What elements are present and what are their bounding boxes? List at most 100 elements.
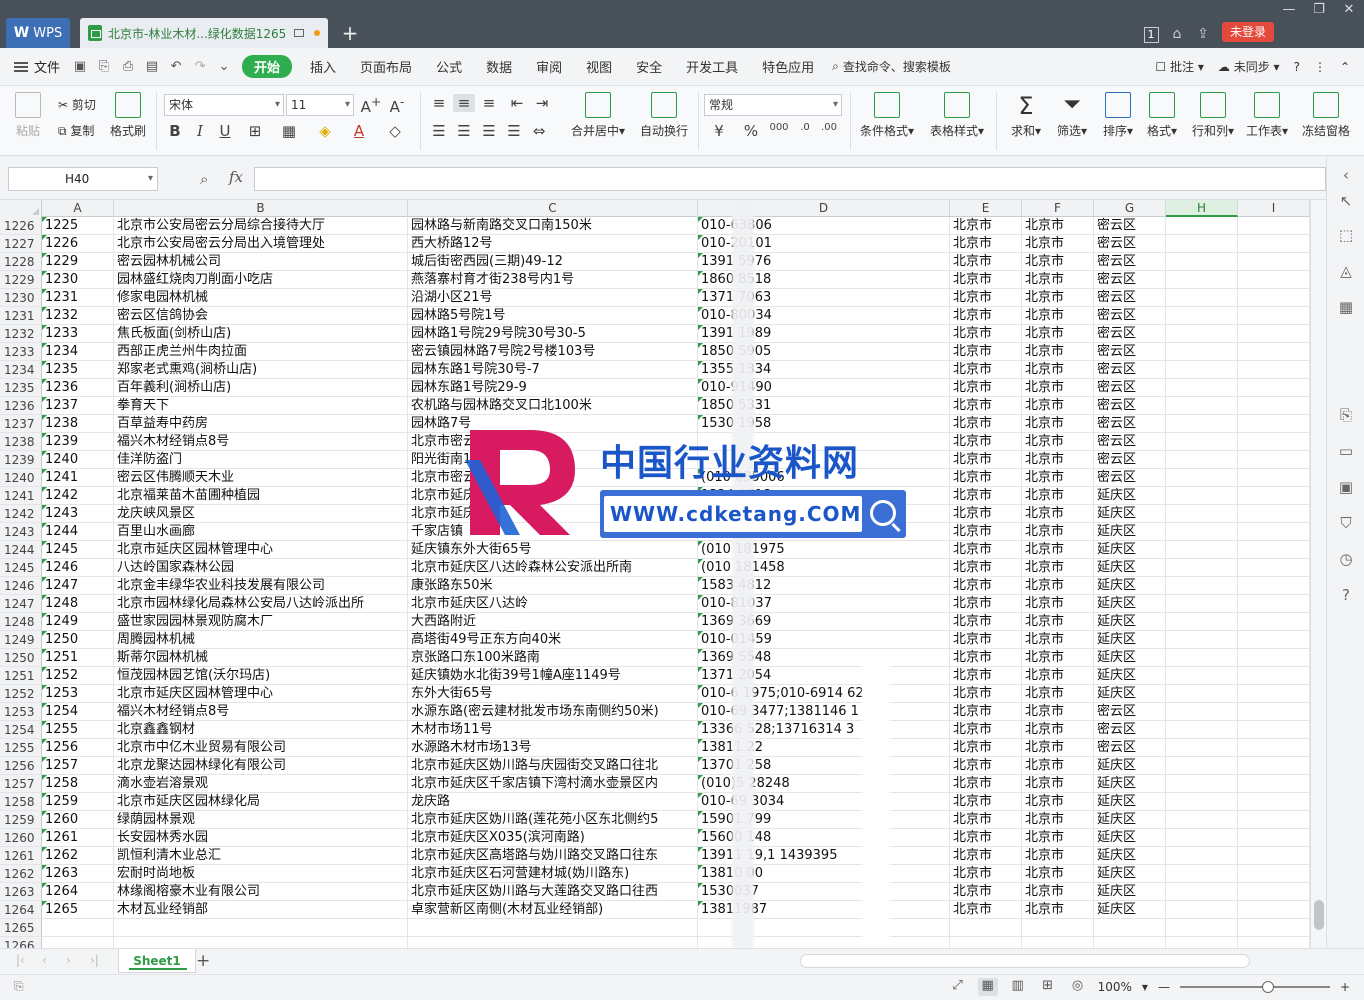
cell-f[interactable]: 北京市: [1022, 487, 1094, 505]
cell-h[interactable]: [1166, 469, 1238, 487]
history-icon[interactable]: ◷: [1337, 550, 1355, 568]
cell-c[interactable]: 北京市延庆区妫川路与大莲路交叉路口往西: [408, 883, 698, 901]
cell-h[interactable]: [1166, 685, 1238, 703]
backup-icon[interactable]: ⎘: [1337, 406, 1355, 424]
cell-g[interactable]: 密云区: [1094, 397, 1166, 415]
cell-b[interactable]: 密云区信鸽协会: [114, 307, 408, 325]
cell-i[interactable]: [1238, 937, 1310, 948]
next-sheet-icon[interactable]: ›: [66, 953, 71, 967]
style-icon[interactable]: ◬: [1337, 262, 1355, 280]
wrap-text-button[interactable]: 自动换行: [636, 92, 692, 139]
close-button[interactable]: ✕: [1334, 0, 1364, 20]
column-header-h[interactable]: H: [1166, 200, 1238, 217]
undo-icon[interactable]: ↶: [164, 59, 188, 74]
login-button[interactable]: 未登录: [1222, 22, 1274, 42]
macro-icon[interactable]: ⎘: [14, 979, 24, 994]
cell-c[interactable]: 东外大街65号: [408, 685, 698, 703]
column-header-a[interactable]: A: [42, 200, 114, 217]
cell-e[interactable]: 北京市: [950, 541, 1022, 559]
cell-i[interactable]: [1238, 649, 1310, 667]
cell-f[interactable]: 北京市: [1022, 361, 1094, 379]
row-header[interactable]: 1231: [0, 307, 42, 325]
cell-i[interactable]: [1238, 613, 1310, 631]
cell-g[interactable]: 密云区: [1094, 433, 1166, 451]
row-header[interactable]: 1263: [0, 883, 42, 901]
increase-decimal-icon[interactable]: .0: [794, 122, 816, 133]
tab-data[interactable]: 数据: [474, 57, 524, 76]
cell-g[interactable]: 延庆区: [1094, 901, 1166, 919]
cell-h[interactable]: [1166, 253, 1238, 271]
cell-e[interactable]: 北京市: [950, 397, 1022, 415]
cell-h[interactable]: [1166, 379, 1238, 397]
cell-c[interactable]: 北京市延庆区八达岭森林公安派出所南: [408, 559, 698, 577]
cell-a[interactable]: 1264: [42, 883, 114, 901]
cell-f[interactable]: 北京市: [1022, 289, 1094, 307]
row-header[interactable]: 1250: [0, 649, 42, 667]
cell-b[interactable]: 北京金丰绿华农业科技发展有限公司: [114, 577, 408, 595]
cell-f[interactable]: 北京市: [1022, 559, 1094, 577]
cell-e[interactable]: 北京市: [950, 757, 1022, 775]
cell-f[interactable]: 北京市: [1022, 721, 1094, 739]
cell-b[interactable]: 北京福莱苗木苗圃种植园: [114, 487, 408, 505]
cell-f[interactable]: 北京市: [1022, 379, 1094, 397]
cell-e[interactable]: 北京市: [950, 649, 1022, 667]
cell-i[interactable]: [1238, 415, 1310, 433]
print-preview-icon[interactable]: ▤: [140, 59, 164, 74]
cell-f[interactable]: 北京市: [1022, 415, 1094, 433]
file-menu[interactable]: 文件: [0, 57, 68, 76]
cell-a[interactable]: 1248: [42, 595, 114, 613]
row-header[interactable]: 1236: [0, 397, 42, 415]
cell-a[interactable]: 1257: [42, 757, 114, 775]
cell-b[interactable]: 北京鑫鑫钢材: [114, 721, 408, 739]
cell-f[interactable]: 北京市: [1022, 703, 1094, 721]
fill-color-icon[interactable]: ◈: [314, 122, 336, 140]
currency-icon[interactable]: ¥: [708, 122, 730, 140]
cell-i[interactable]: [1238, 685, 1310, 703]
cell-h[interactable]: [1166, 307, 1238, 325]
collapse-sidebar-icon[interactable]: ‹: [1337, 166, 1355, 184]
cell-i[interactable]: [1238, 739, 1310, 757]
cell-a[interactable]: 1254: [42, 703, 114, 721]
cell-e[interactable]: 北京市: [950, 217, 1022, 235]
cell-c[interactable]: 北京市延庆区高塔路与妫川路交叉路口往东: [408, 847, 698, 865]
more-icon[interactable]: ⋮: [1314, 60, 1326, 74]
cell-h[interactable]: [1166, 829, 1238, 847]
cell-e[interactable]: 北京市: [950, 415, 1022, 433]
cell-h[interactable]: [1166, 271, 1238, 289]
cell-g[interactable]: 延庆区: [1094, 847, 1166, 865]
cell-h[interactable]: [1166, 577, 1238, 595]
tab-security[interactable]: 安全: [624, 57, 674, 76]
cell-b[interactable]: 北京市延庆区园林管理中心: [114, 541, 408, 559]
cell-g[interactable]: 延庆区: [1094, 865, 1166, 883]
cell-b[interactable]: 园林盛红烧肉刀削面小吃店: [114, 271, 408, 289]
cell-e[interactable]: 北京市: [950, 325, 1022, 343]
insert-function-icon[interactable]: fx: [229, 168, 243, 186]
decrease-decimal-icon[interactable]: .00: [818, 122, 840, 133]
cell-b[interactable]: 木材瓦业经销部: [114, 901, 408, 919]
cell-e[interactable]: 北京市: [950, 577, 1022, 595]
zoom-lookup-icon[interactable]: ⌕: [200, 170, 208, 188]
bold-icon[interactable]: B: [164, 122, 186, 140]
page-layout-view-icon[interactable]: ⊞: [1038, 978, 1058, 996]
cell-f[interactable]: 北京市: [1022, 235, 1094, 253]
cell-g[interactable]: 延庆区: [1094, 631, 1166, 649]
cell-h[interactable]: [1166, 919, 1238, 937]
cell-a[interactable]: 1251: [42, 649, 114, 667]
zoom-in-icon[interactable]: +: [1340, 980, 1350, 994]
underline-icon[interactable]: U: [214, 122, 236, 140]
row-header[interactable]: 1229: [0, 271, 42, 289]
cell-f[interactable]: 北京市: [1022, 325, 1094, 343]
row-header[interactable]: 1249: [0, 631, 42, 649]
cell-g[interactable]: [1094, 919, 1166, 937]
row-header[interactable]: 1237: [0, 415, 42, 433]
redo-icon[interactable]: ↷: [188, 59, 212, 74]
cell-h[interactable]: [1166, 631, 1238, 649]
shield-icon[interactable]: ⛉: [1337, 514, 1355, 532]
cell-g[interactable]: 延庆区: [1094, 613, 1166, 631]
cell-b[interactable]: 密云区伟腾顺天木业: [114, 469, 408, 487]
cell-f[interactable]: 北京市: [1022, 829, 1094, 847]
cell-h[interactable]: [1166, 595, 1238, 613]
filter-button[interactable]: ⏷ 筛选▾: [1050, 92, 1094, 139]
cell-e[interactable]: 北京市: [950, 307, 1022, 325]
cell-i[interactable]: [1238, 811, 1310, 829]
